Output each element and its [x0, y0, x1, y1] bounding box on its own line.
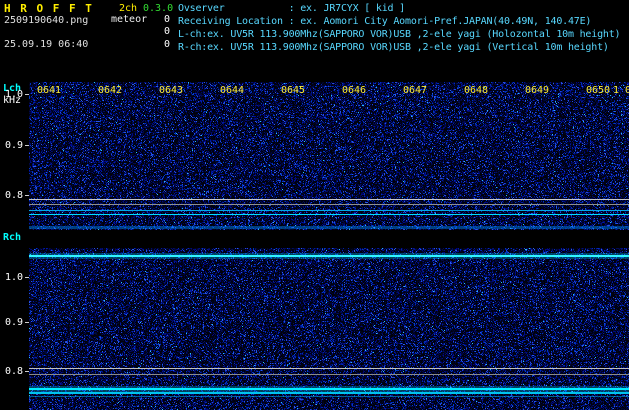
rch-freq-tick	[25, 277, 29, 278]
meteor-count-row2: 0	[148, 26, 170, 37]
time-label: 0645	[281, 85, 305, 96]
time-label: 0641	[37, 85, 61, 96]
datetime-label: 25.09.19 06:40	[4, 39, 88, 50]
rch-freq-tick	[25, 371, 29, 372]
output-filename: 2509190640.png	[4, 15, 88, 26]
channel-mode-label: 2ch	[119, 3, 137, 14]
time-label: 0646	[342, 85, 366, 96]
time-label: 0642	[98, 85, 122, 96]
lch-receiver-info: L-ch:ex. UV5R 113.900Mhz(SAPPORO VOR)USB…	[178, 29, 620, 40]
rch-receiver-info: R-ch:ex. UV5R 113.900Mhz(SAPPORO VOR)USB…	[178, 42, 609, 53]
time-label: 0644	[220, 85, 244, 96]
lch-freq-tick	[25, 94, 29, 95]
lch-spectrogram-canvas	[29, 82, 629, 230]
observer-info: Ovserver : ex. JR7CYX [ kid ]	[178, 3, 405, 14]
meteor-count-label: meteor	[111, 14, 147, 25]
location-info: Receiving Location : ex. Aomori City Aom…	[178, 16, 591, 27]
meteor-count-row1: 0	[148, 14, 170, 25]
app-title: H R O F F T	[4, 2, 93, 15]
time-label: 0647	[403, 85, 427, 96]
rch-freq-label-2: 0.9	[5, 317, 23, 328]
time-label-partial: 1 0	[613, 85, 629, 96]
time-label: 0648	[464, 85, 488, 96]
rch-channel-label: Rch	[3, 232, 21, 243]
rch-spectrogram-canvas	[29, 248, 629, 410]
lch-freq-tick	[25, 195, 29, 196]
hrofft-window: H R O F F T 2ch 0.3.0 2509190640.png met…	[0, 0, 629, 410]
rch-freq-tick	[25, 322, 29, 323]
lch-freq-label-2: 0.9	[5, 140, 23, 151]
lch-freq-label-3: 0.8	[5, 190, 23, 201]
version-label: 0.3.0	[143, 3, 173, 14]
lch-freq-label-1: 1.0	[5, 89, 23, 100]
time-label: 0643	[159, 85, 183, 96]
time-label: 0649	[525, 85, 549, 96]
time-label: 0650	[586, 85, 610, 96]
time-axis: 0641 0642 0643 0644 0645 0646 0647 0648 0649 0650…	[29, 85, 629, 97]
lch-freq-tick	[25, 145, 29, 146]
meteor-count-row3: 0	[148, 39, 170, 50]
rch-freq-label-3: 0.8	[5, 366, 23, 377]
rch-freq-label-1: 1.0	[5, 272, 23, 283]
